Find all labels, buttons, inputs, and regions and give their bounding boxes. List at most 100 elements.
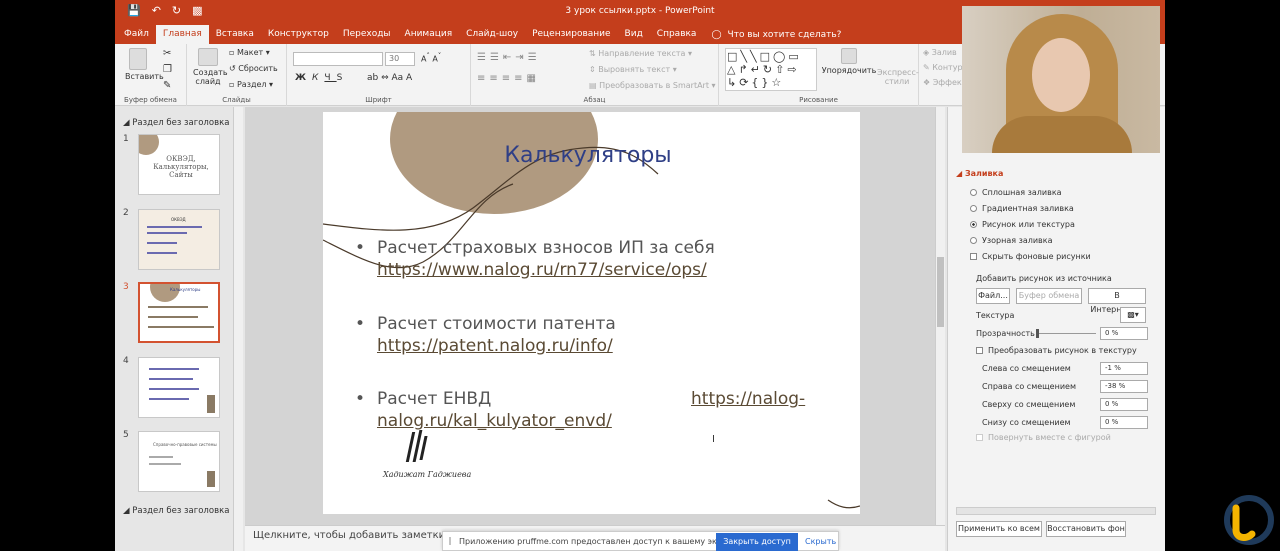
- tab-view[interactable]: Вид: [618, 25, 650, 44]
- signature-name: Хадижат Гаджиева: [383, 470, 472, 479]
- shapes-gallery[interactable]: □╲╲□◯▭ △↱↵↻⇧⇨ ↳⟳{}☆: [725, 48, 817, 91]
- cut-icon[interactable]: ✂: [163, 48, 171, 59]
- grow-font-icon[interactable]: A˄ A˅: [421, 52, 441, 64]
- section-header[interactable]: ◢ Раздел без заголовка: [123, 506, 229, 516]
- transparency-slider[interactable]: [1036, 333, 1096, 334]
- link-patent[interactable]: https://patent.nalog.ru/info/: [377, 335, 613, 357]
- bullet-1[interactable]: • Расчет страховых взносов ИП за себя ht…: [355, 237, 825, 281]
- transparency-input[interactable]: 0 %: [1100, 327, 1148, 340]
- new-slide-button[interactable]: Создать слайд: [193, 48, 228, 86]
- shape-outline-button[interactable]: ✎ Контур: [923, 63, 963, 72]
- shape-effects-button[interactable]: ❖ Эффект: [923, 78, 966, 87]
- radio-picture-fill[interactable]: Рисунок или текстура: [970, 220, 1075, 229]
- transparency-slider-thumb[interactable]: [1036, 329, 1039, 338]
- layout-button[interactable]: ▫ Макет ▾: [229, 48, 270, 57]
- stop-sharing-button[interactable]: Закрыть доступ: [716, 533, 798, 551]
- slide-thumbnail-3[interactable]: Калькуляторы: [138, 282, 220, 343]
- notes-placeholder[interactable]: Щелкните, чтобы добавить заметки: [253, 530, 445, 541]
- group-label-clipboard: Буфер обмена: [124, 96, 177, 104]
- hide-background-checkbox[interactable]: Скрыть фоновые рисунки: [970, 252, 1091, 261]
- slide-number: 5: [123, 430, 129, 440]
- group-label-paragraph: Абзац: [583, 96, 606, 104]
- slide-thumbnail-5[interactable]: Справочно-правовые системы: [138, 431, 220, 492]
- tab-animations[interactable]: Анимация: [398, 25, 460, 44]
- pane-hscrollbar[interactable]: [956, 507, 1156, 515]
- slide-canvas[interactable]: Калькуляторы • Расчет страховых взносов …: [323, 112, 860, 514]
- offset-top-label: Сверху со смещением: [982, 400, 1076, 409]
- signature-logo: [405, 428, 429, 466]
- file-button[interactable]: Файл...: [976, 288, 1010, 304]
- font-name-input[interactable]: [293, 52, 383, 66]
- tab-file[interactable]: Файл: [117, 25, 156, 44]
- texture-label: Текстура: [976, 311, 1015, 320]
- tab-help[interactable]: Справка: [650, 25, 704, 44]
- reset-background-button[interactable]: Восстановить фон: [1046, 521, 1126, 537]
- tab-slideshow[interactable]: Слайд-шоу: [459, 25, 525, 44]
- offset-right-input[interactable]: -38 %: [1100, 380, 1148, 393]
- drag-handle-icon[interactable]: ‖: [448, 536, 452, 545]
- slide-thumbnail-4[interactable]: [138, 357, 220, 418]
- smartart-button[interactable]: ▤ Преобразовать в SmartArt ▾: [589, 81, 716, 90]
- list-icons[interactable]: ☰☰⇤⇥☰: [477, 52, 541, 63]
- format-painter-icon[interactable]: ✎: [163, 80, 171, 91]
- offset-bottom-label: Снизу со смещением: [982, 418, 1071, 427]
- slide-scrollbar[interactable]: [935, 107, 945, 525]
- group-paragraph: ☰☰⇤⇥☰ ≡≡≡≡▦ ⇅ Направление текста ▾ ⇕ Выр…: [471, 44, 719, 106]
- fill-section-header[interactable]: ◢ Заливка: [956, 169, 1003, 178]
- radio-gradient-fill[interactable]: Градиентная заливка: [970, 204, 1074, 213]
- group-drawing: □╲╲□◯▭ △↱↵↻⇧⇨ ↳⟳{}☆ Упорядочить Экспресс…: [719, 44, 919, 106]
- radio-pattern-fill[interactable]: Узорная заливка: [970, 236, 1053, 245]
- group-slides: Создать слайд ▫ Макет ▾ ↺ Сбросить ▫ Раз…: [187, 44, 287, 106]
- quick-styles-button[interactable]: Экспресс-стили: [877, 68, 919, 86]
- clipboard-button[interactable]: Буфер обмена: [1016, 288, 1082, 304]
- section-button[interactable]: ▫ Раздел ▾: [229, 80, 273, 89]
- text-cursor-icon: I: [712, 434, 715, 445]
- font-size-input[interactable]: 30: [385, 52, 415, 66]
- thumbnails-scrollbar[interactable]: [233, 107, 243, 551]
- align-icons[interactable]: ≡≡≡≡▦: [477, 73, 540, 84]
- copy-icon[interactable]: ❐: [163, 64, 172, 75]
- format-background-pane: ◢ Заливка Сплошная заливка Градиентная з…: [947, 107, 1165, 551]
- slide-number: 1: [123, 134, 129, 144]
- offset-top-input[interactable]: 0 %: [1100, 398, 1148, 411]
- slide-number: 4: [123, 356, 129, 366]
- tab-transitions[interactable]: Переходы: [336, 25, 398, 44]
- share-message: Приложению pruffme.com предоставлен дост…: [459, 537, 740, 546]
- font-style-buttons[interactable]: ЖКЧS: [295, 73, 348, 83]
- section-header[interactable]: ◢ Раздел без заголовка: [123, 118, 229, 128]
- offset-left-input[interactable]: -1 %: [1100, 362, 1148, 375]
- font-color-icon[interactable]: ab ⇔ Aa A: [367, 73, 412, 83]
- tile-checkbox[interactable]: Преобразовать рисунок в текстуру: [976, 346, 1137, 355]
- texture-picker[interactable]: ▩▾: [1120, 307, 1146, 323]
- reset-button[interactable]: ↺ Сбросить: [229, 64, 278, 73]
- link-envd-start[interactable]: https://nalog-: [691, 388, 805, 410]
- paste-button[interactable]: Вставить: [125, 48, 164, 81]
- group-label-slides: Слайды: [222, 96, 251, 104]
- hide-button[interactable]: Скрыть: [805, 537, 836, 546]
- tab-home[interactable]: Главная: [155, 25, 209, 44]
- scroll-thumb[interactable]: [937, 257, 944, 327]
- rotate-checkbox[interactable]: Повернуть вместе с фигурой: [976, 433, 1111, 442]
- bullet-2[interactable]: • Расчет стоимости патента https://paten…: [355, 313, 825, 357]
- tell-me-box[interactable]: ◯ Что вы хотите сделать?: [703, 25, 841, 44]
- tab-insert[interactable]: Вставка: [209, 25, 261, 44]
- tab-design[interactable]: Конструктор: [261, 25, 336, 44]
- link-insurance[interactable]: https://www.nalog.ru/rn77/service/ops/: [377, 259, 707, 281]
- radio-solid-fill[interactable]: Сплошная заливка: [970, 188, 1062, 197]
- face: [1032, 38, 1090, 112]
- slide-thumbnail-2[interactable]: ОКВЭД: [138, 209, 220, 270]
- tab-review[interactable]: Рецензирование: [525, 25, 617, 44]
- slide-title[interactable]: Калькуляторы: [473, 143, 703, 168]
- offset-bottom-input[interactable]: 0 %: [1100, 416, 1148, 429]
- text-direction-button[interactable]: ⇅ Направление текста ▾: [589, 49, 692, 58]
- bullet-3[interactable]: • Расчет ЕНВД https://nalog- nalog.ru/ka…: [355, 388, 825, 432]
- shape-fill-button[interactable]: ◈ Залив: [923, 48, 957, 57]
- online-button[interactable]: В Интернете...: [1088, 288, 1146, 314]
- apply-to-all-button[interactable]: Применить ко всем: [956, 521, 1042, 537]
- new-slide-icon: [198, 48, 218, 66]
- align-text-button[interactable]: ⇕ Выровнять текст ▾: [589, 65, 677, 74]
- slide-thumbnail-1[interactable]: ОКВЭД, Калькуляторы, Сайты: [138, 134, 220, 195]
- arrange-button[interactable]: Упорядочить: [821, 48, 877, 75]
- arrange-icon: [841, 48, 857, 64]
- lightbulb-icon: ◯: [711, 29, 722, 40]
